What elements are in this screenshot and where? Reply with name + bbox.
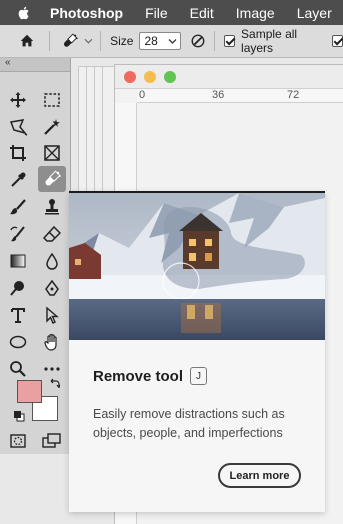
document-title-bar [115, 65, 343, 89]
history-brush-tool[interactable] [6, 223, 30, 245]
eraser-tool[interactable] [40, 223, 64, 245]
shortcut-key-badge: J [190, 367, 207, 385]
history-brush-icon [10, 226, 25, 242]
edit-toolbar-button[interactable] [40, 358, 64, 380]
brush-icon [10, 199, 26, 215]
close-button[interactable] [124, 71, 136, 83]
marquee-icon [44, 93, 60, 107]
gradient-tool[interactable] [6, 250, 30, 272]
quick-mask-icon [10, 434, 26, 448]
divider [214, 31, 216, 51]
brush-tool[interactable] [6, 196, 30, 218]
stamp-tool[interactable] [40, 196, 64, 218]
stamp-icon [45, 199, 59, 215]
pen-tool[interactable] [40, 277, 64, 299]
shape-tool[interactable] [6, 331, 30, 353]
zoom-tool[interactable] [6, 358, 30, 380]
blur-tool[interactable] [40, 250, 64, 272]
dodge-icon [10, 281, 24, 296]
frame-icon [44, 145, 60, 161]
droplet-icon [46, 252, 58, 270]
pressure-size-icon[interactable] [190, 32, 206, 50]
apple-logo-icon[interactable] [16, 5, 32, 21]
app-menu[interactable]: Photoshop [50, 5, 123, 21]
dodge-tool[interactable] [6, 277, 30, 299]
foreground-color-swatch-top [17, 380, 42, 403]
sample-all-layers-label: Sample all layers [241, 27, 298, 55]
pen-icon [45, 279, 59, 296]
move-icon [10, 92, 26, 108]
remove-tool-preset-icon[interactable] [60, 31, 80, 51]
eraser-icon [43, 225, 61, 242]
ruler-mark: 0 [139, 89, 146, 101]
lasso-icon [9, 119, 28, 136]
type-icon [11, 308, 25, 323]
ellipse-icon [9, 335, 27, 349]
remove-tool-preview-image [69, 193, 325, 340]
menu-layer[interactable]: Layer [297, 5, 332, 21]
ruler-mark: 36 [212, 89, 225, 101]
ruler-mark: 72 [287, 89, 300, 101]
learn-more-button[interactable]: Learn more [218, 463, 301, 488]
chevron-down-icon[interactable] [168, 38, 177, 45]
size-label: Size [110, 34, 134, 48]
remove-tool-icon [45, 170, 61, 186]
magic-wand-icon [44, 119, 60, 135]
marquee-tool[interactable] [40, 89, 64, 111]
swap-colors-icon[interactable] [50, 378, 60, 388]
eyedropper-tool[interactable] [6, 169, 30, 191]
object-selection-tool[interactable] [40, 116, 64, 138]
tooltip-description: Easily remove distractions such as objec… [93, 407, 285, 440]
cursor-icon [46, 306, 59, 324]
hand-tool[interactable] [40, 331, 64, 353]
tools-panel: « [0, 57, 71, 454]
sample-all-layers-checkbox[interactable] [224, 35, 236, 47]
screen-mode-icon [42, 433, 61, 448]
default-colors-icon[interactable] [13, 410, 25, 422]
size-value: 28 [144, 34, 158, 48]
home-icon[interactable] [19, 32, 35, 50]
collapse-icon[interactable]: « [5, 57, 10, 68]
gradient-icon [10, 254, 26, 268]
remove-tool[interactable] [38, 166, 66, 192]
eyedropper-icon [11, 172, 26, 187]
size-input[interactable]: 28 [139, 32, 182, 50]
more-icon [44, 367, 60, 371]
remove-tool-rich-tooltip: Remove tool J Easily remove distractions… [69, 191, 325, 512]
zoom-button[interactable] [164, 71, 176, 83]
menu-bar: Photoshop File Edit Image Layer [0, 0, 343, 25]
crop-icon [10, 145, 26, 161]
path-selection-tool[interactable] [40, 304, 64, 326]
crop-tool[interactable] [6, 142, 30, 164]
menu-edit[interactable]: Edit [190, 5, 214, 21]
tooltip-title: Remove tool [93, 368, 184, 385]
options-bar: Size 28 Sample all layers [0, 25, 343, 58]
horizontal-ruler: 0 36 72 [137, 89, 343, 103]
menu-image[interactable]: Image [236, 5, 275, 21]
minimize-button[interactable] [144, 71, 156, 83]
tools-panel-header: « [0, 57, 70, 72]
hand-icon [44, 333, 57, 351]
divider [48, 31, 50, 51]
quick-mask-button[interactable] [6, 430, 30, 452]
screen-mode-button[interactable] [40, 430, 64, 452]
divider [100, 31, 102, 51]
chevron-down-icon[interactable] [84, 37, 93, 45]
move-tool[interactable] [6, 89, 30, 111]
lasso-tool[interactable] [6, 116, 30, 138]
zoom-icon [10, 361, 26, 377]
menu-file[interactable]: File [145, 5, 168, 21]
type-tool[interactable] [6, 304, 30, 326]
remove-option-checkbox[interactable] [332, 35, 343, 47]
frame-tool[interactable] [40, 142, 64, 164]
